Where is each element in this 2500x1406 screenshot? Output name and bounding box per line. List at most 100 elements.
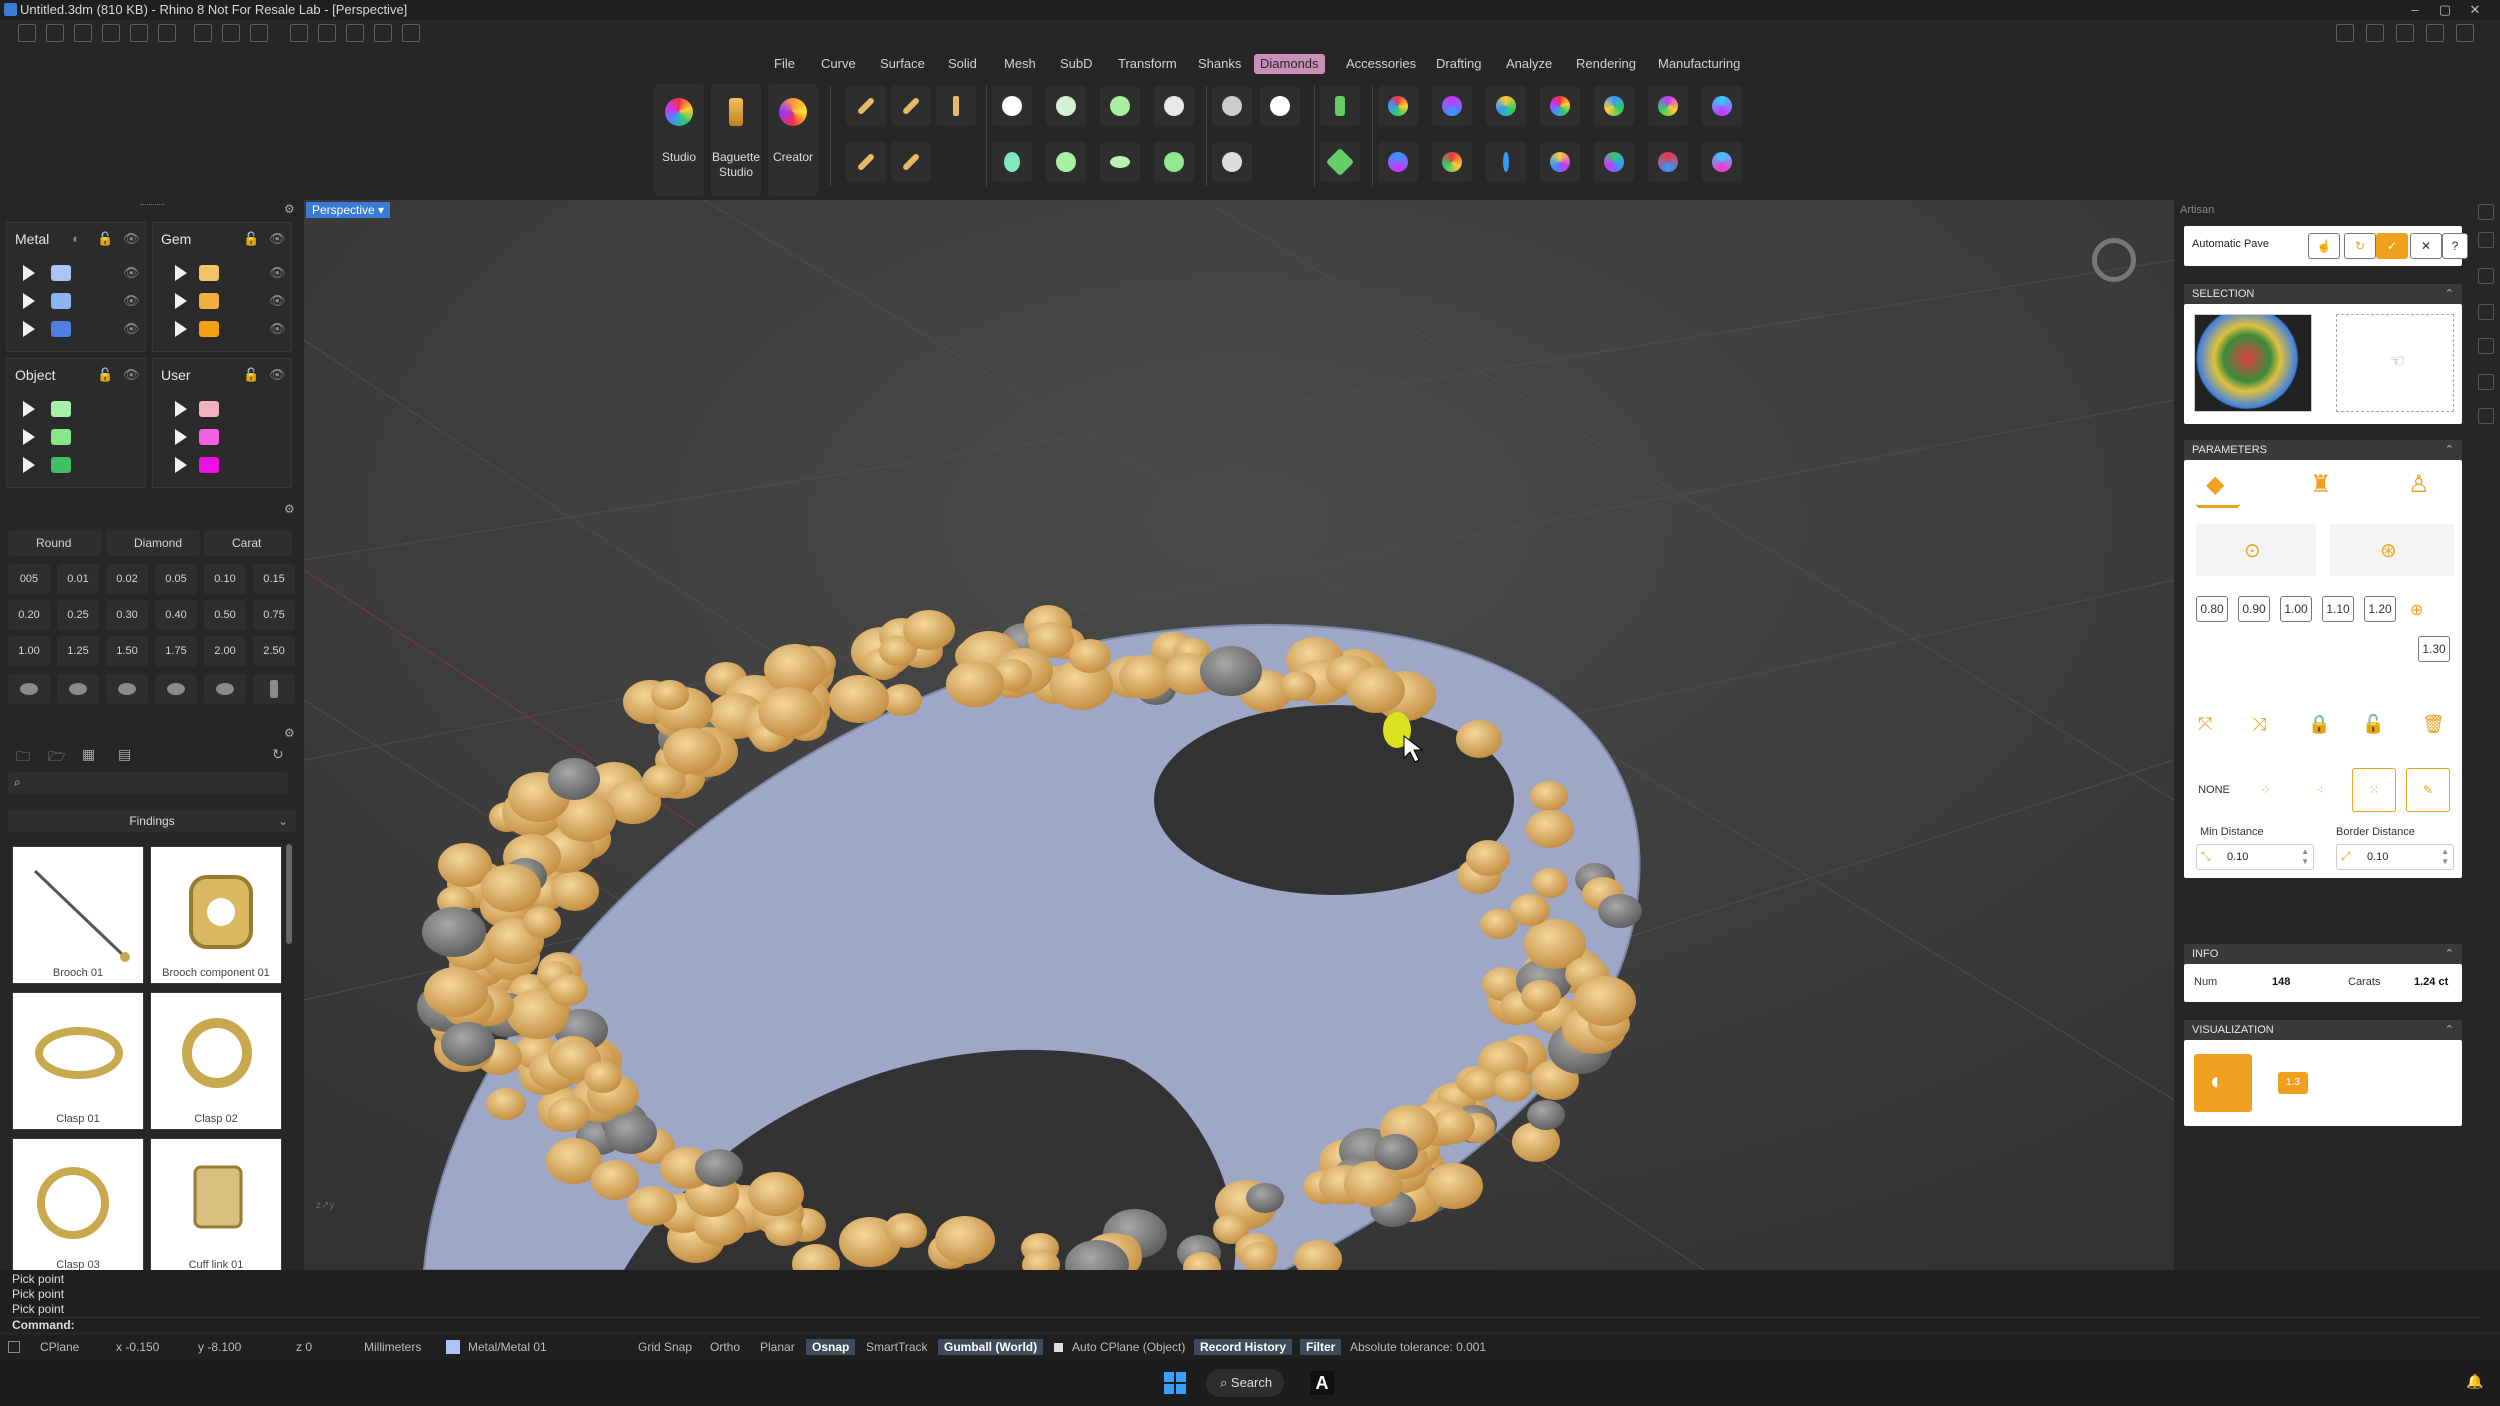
metal-row2-expand-icon[interactable]	[23, 293, 35, 309]
pave-gem[interactable]	[695, 1149, 743, 1187]
new-folder-icon[interactable]: 🗁	[48, 746, 65, 770]
menu-rendering[interactable]: Rendering	[1570, 54, 1642, 74]
gem-search-icon[interactable]	[1486, 86, 1526, 126]
save-incremental-icon[interactable]	[250, 24, 268, 42]
add-scale-icon[interactable]: ⊕	[2410, 600, 2423, 620]
prong-mode-icon[interactable]: ♜	[2300, 464, 2344, 508]
fixed-size-option[interactable]: ⊙	[2196, 524, 2316, 576]
none-button[interactable]: NONE	[2192, 768, 2236, 812]
metal-row1-expand-icon[interactable]	[23, 265, 35, 281]
pave-gem[interactable]	[1280, 671, 1316, 701]
auto-size-option[interactable]: ⊛	[2330, 524, 2454, 576]
gem-row1-visible-icon[interactable]: 👁	[269, 266, 286, 280]
pave-gem[interactable]	[1493, 1070, 1533, 1102]
pave-gem[interactable]	[1200, 646, 1262, 696]
gem-row3-visible-icon[interactable]: 👁	[269, 322, 286, 336]
metal-visible-icon[interactable]: 👁	[123, 232, 140, 246]
layout-custom-icon[interactable]: ✎	[2406, 768, 2450, 812]
metal-row3-visible-icon[interactable]: 👁	[123, 322, 140, 336]
display-icon[interactable]	[2478, 304, 2494, 320]
halo-setting-icon[interactable]	[1046, 142, 1086, 182]
layout-4-icon[interactable]: ⁘	[2244, 768, 2288, 812]
help-icon[interactable]	[2426, 24, 2444, 42]
studio-button[interactable]: Studio	[654, 84, 704, 196]
size-button[interactable]: 0.01	[57, 564, 99, 594]
pave-gem[interactable]	[1530, 781, 1568, 811]
undo-icon[interactable]	[130, 24, 148, 42]
info-icon[interactable]	[2366, 24, 2384, 42]
finding-item[interactable]: Clasp 02	[150, 992, 282, 1130]
gem-rotate-icon[interactable]	[1432, 142, 1472, 182]
windows-start-icon[interactable]	[1164, 1372, 1186, 1394]
gem-report-icon[interactable]	[1432, 86, 1472, 126]
ring-preview-icon[interactable]	[2092, 238, 2136, 282]
pave-gem[interactable]	[829, 675, 889, 723]
menu-diamonds[interactable]: Diamonds	[1254, 54, 1325, 74]
import-icon[interactable]: ▦	[82, 746, 95, 763]
size-button[interactable]: 1.50	[106, 636, 148, 666]
size-button[interactable]: 0.50	[204, 600, 246, 630]
scale-button[interactable]: 1.30	[2418, 636, 2450, 662]
pave-gem[interactable]	[663, 728, 721, 774]
prong-setting-icon[interactable]	[1100, 86, 1140, 126]
gem-row3-expand-icon[interactable]	[175, 321, 187, 337]
gems-on-curve-icon[interactable]	[846, 86, 886, 126]
pave-gem[interactable]	[1466, 840, 1510, 876]
pave-gem[interactable]	[1598, 894, 1642, 928]
gem-swatch-3[interactable]	[199, 321, 219, 337]
gem-mode-icon[interactable]: ◆	[2196, 464, 2240, 508]
bezel-setting-icon[interactable]	[1046, 86, 1086, 126]
panel-gear-icon[interactable]	[2478, 204, 2494, 220]
gem-mirror-icon[interactable]	[1594, 142, 1634, 182]
prong-add-icon[interactable]	[1320, 86, 1360, 126]
settings-gear-icon[interactable]	[402, 24, 420, 42]
gem-delete-icon[interactable]	[1702, 142, 1742, 182]
size-button[interactable]: 0.75	[253, 600, 295, 630]
viewport-label-dropdown[interactable]: Perspective ▾	[306, 202, 391, 218]
scale-button[interactable]: 1.10	[2322, 596, 2354, 622]
gem-swatch-2[interactable]	[199, 293, 219, 309]
menu-file[interactable]: File	[768, 54, 801, 74]
metal-material-icon[interactable]: ◐	[69, 232, 83, 246]
open-icon[interactable]	[74, 24, 92, 42]
pave-gem[interactable]	[1456, 720, 1502, 758]
shrink-icon[interactable]: ⤨	[2252, 714, 2266, 735]
user-swatch-3[interactable]	[199, 457, 219, 473]
refresh-icon[interactable]: ↻	[2344, 233, 2376, 259]
confirm-check-icon[interactable]: ✓	[2376, 233, 2408, 259]
pave-gem[interactable]	[591, 1160, 639, 1200]
pave-gem[interactable]	[1246, 1183, 1284, 1213]
folder-icon[interactable]: 🗀	[16, 746, 30, 770]
library-icon[interactable]	[2478, 408, 2494, 424]
profile-1-icon[interactable]	[8, 674, 50, 704]
size-button[interactable]: 2.50	[253, 636, 295, 666]
object-lock-icon[interactable]: 🔓	[97, 368, 113, 382]
ortho-toggle[interactable]: Ortho	[710, 1339, 740, 1355]
pave-gem[interactable]	[424, 967, 488, 1017]
metal-swatch-3[interactable]	[51, 321, 71, 337]
pave-gem[interactable]	[1527, 1100, 1565, 1130]
planar-toggle[interactable]: Planar	[760, 1339, 795, 1355]
menu-drafting[interactable]: Drafting	[1430, 54, 1488, 74]
object-row2-expand-icon[interactable]	[23, 429, 35, 445]
menu-solid[interactable]: Solid	[942, 54, 983, 74]
cutter-mode-icon[interactable]: ♙	[2396, 464, 2440, 508]
new-template-icon[interactable]	[46, 24, 64, 42]
pave-gem[interactable]	[1069, 639, 1111, 673]
size-button[interactable]: 0.40	[155, 600, 197, 630]
pave-gem[interactable]	[1510, 894, 1550, 926]
layout-5-icon[interactable]: ⁙	[2352, 768, 2396, 812]
pave-gem[interactable]	[1374, 1134, 1418, 1170]
select-icon[interactable]	[290, 24, 308, 42]
units-label[interactable]: Millimeters	[364, 1339, 421, 1355]
stepper-icon[interactable]: ▲ ▼	[2301, 847, 2309, 867]
size-button[interactable]: 0.20	[8, 600, 50, 630]
pave-gem[interactable]	[481, 864, 541, 912]
pave-gem[interactable]	[548, 758, 600, 800]
grid-view-icon[interactable]: ▤	[118, 746, 131, 763]
osnap-toggle[interactable]: Osnap	[806, 1339, 856, 1355]
flower-cluster-icon[interactable]	[1260, 86, 1300, 126]
menu-transform[interactable]: Transform	[1112, 54, 1183, 74]
lock-icon[interactable]: 🔒	[2308, 714, 2330, 735]
pave-gem[interactable]	[1526, 810, 1574, 848]
